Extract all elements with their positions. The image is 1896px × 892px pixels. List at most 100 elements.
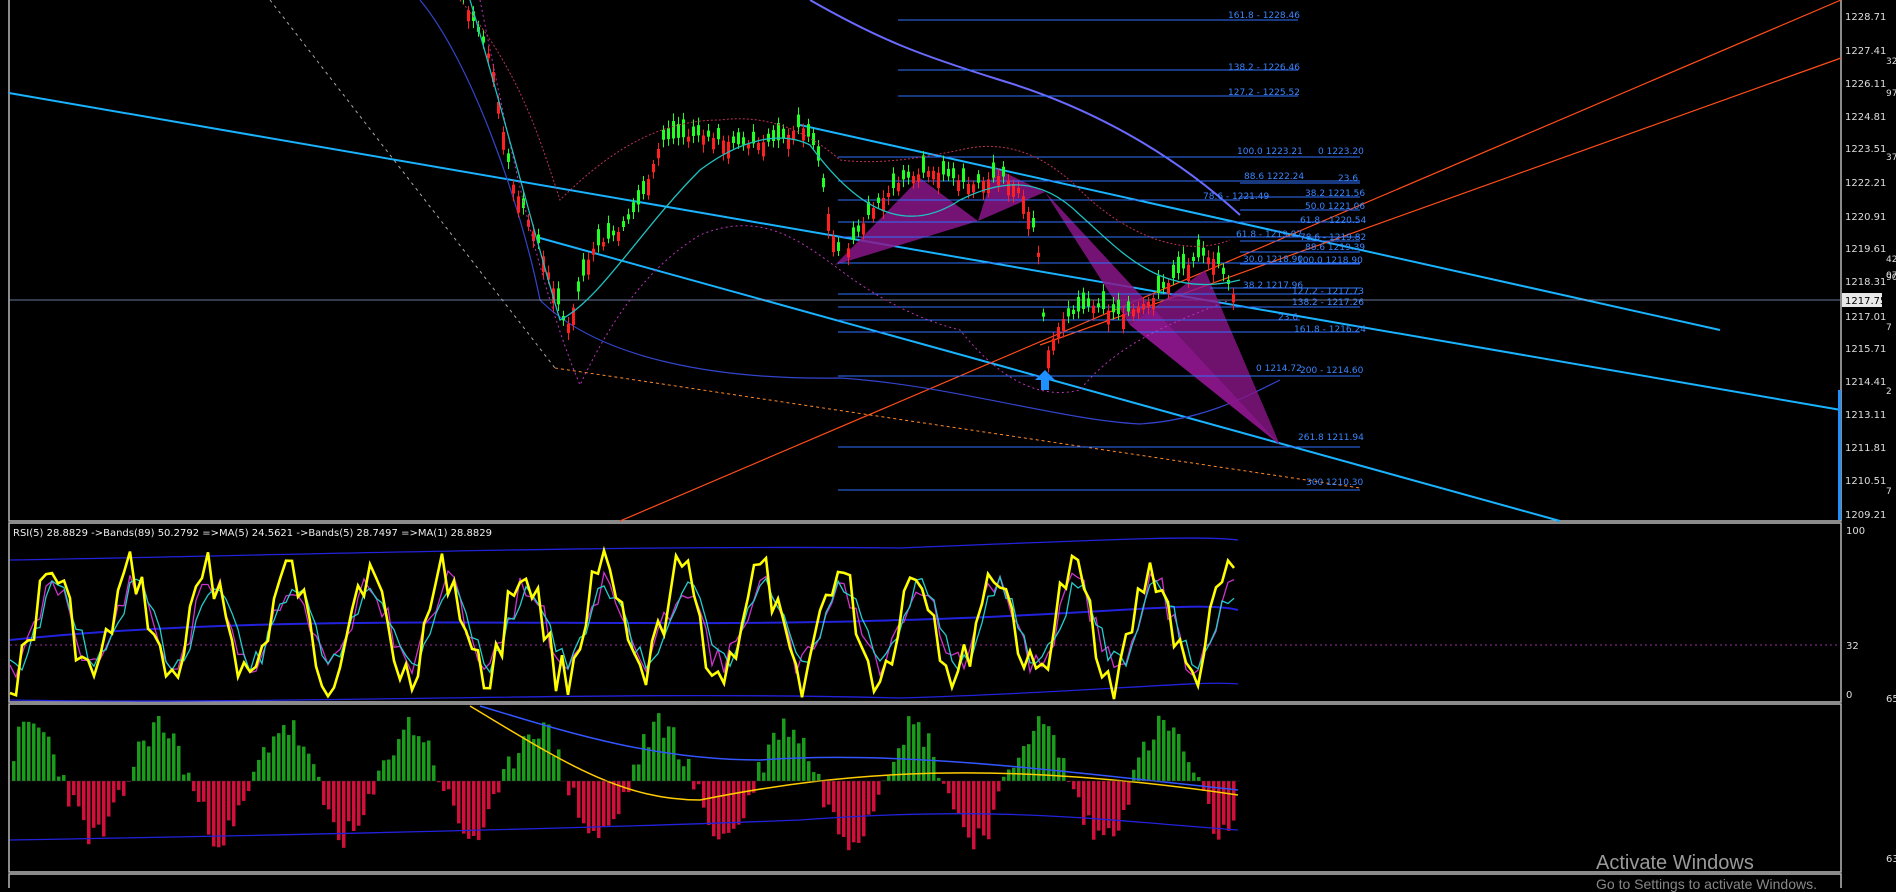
macd-histogram-bar: [1027, 744, 1031, 781]
candle-body: [832, 236, 835, 252]
candle-body: [967, 184, 970, 194]
candle-body: [1087, 298, 1090, 306]
macd-histogram-bar: [237, 781, 241, 805]
macd-histogram-bar: [32, 724, 36, 781]
macd-histogram-bar: [772, 733, 776, 781]
candle-body: [797, 115, 800, 128]
macd-histogram-bar: [322, 781, 326, 805]
macd-histogram-bar: [977, 781, 981, 828]
rsi-scale-100: 100: [1846, 526, 1865, 537]
macd-histogram-bar: [1052, 735, 1056, 781]
macd-histogram-bar: [247, 781, 251, 791]
macd-histogram[interactable]: [10, 706, 1238, 850]
rsi-plot[interactable]: [10, 538, 1238, 701]
harmonic-pattern-d[interactable]: [1130, 270, 1280, 445]
macd-histogram-bar: [877, 781, 881, 795]
macd-histogram-bar: [522, 736, 526, 781]
rsi-header: RSI(5) 28.8829 ->Bands(89) 50.2792 =>MA(…: [13, 528, 492, 539]
candle-body: [657, 149, 660, 158]
macd-histogram-bar: [292, 720, 296, 781]
macd-histogram-bar: [1177, 734, 1181, 781]
rsi-line[interactable]: [10, 551, 1234, 700]
macd-histogram-bar: [1007, 770, 1011, 781]
candle-body: [597, 229, 600, 245]
candle-body: [772, 130, 775, 141]
macd-histogram-bar: [542, 722, 546, 781]
macd-histogram-bar: [217, 781, 221, 847]
candle-body: [1042, 313, 1045, 317]
macd-histogram-bar: [167, 738, 171, 781]
fib-level-label: 88.6 1219.39: [1305, 243, 1365, 253]
candle-body: [1097, 303, 1100, 307]
candle-body: [682, 119, 685, 137]
macd-histogram-bar: [872, 781, 876, 811]
candle-body: [907, 172, 910, 178]
macd-histogram-bar: [402, 730, 406, 781]
price-axis-secondary-label: 42: [1886, 255, 1896, 265]
channel-line-orange-2[interactable]: [1040, 58, 1841, 345]
candle-body: [672, 121, 675, 139]
candle-body: [627, 214, 630, 219]
macd-histogram-bar: [1127, 781, 1131, 805]
rsi-scale-0: 0: [1846, 690, 1852, 701]
candle-body: [582, 259, 585, 275]
macd-histogram-bar: [392, 755, 396, 781]
price-axis[interactable]: 1228.711227.411226.111224.811223.511222.…: [1845, 12, 1896, 521]
macd-histogram-bar: [367, 781, 371, 794]
macd-histogram-bar: [337, 781, 341, 840]
fib-level-label: 78.6 - 1221.49: [1203, 192, 1269, 202]
main-price-plot[interactable]: 161.8 - 1228.46138.2 - 1226.46127.2 - 12…: [9, 0, 1841, 521]
macd-histogram-bar: [307, 754, 311, 781]
macd-histogram-bar: [807, 761, 811, 781]
macd-histogram-bar: [1232, 781, 1236, 821]
candle-body: [577, 281, 580, 291]
macd-histogram-bar: [887, 776, 891, 781]
candle-body: [707, 131, 710, 137]
macd-histogram-bar: [487, 781, 491, 809]
macd-histogram-bar: [192, 781, 196, 791]
candle-body: [1072, 310, 1075, 314]
fib-level-label: 161.8 - 1216.24: [1294, 325, 1366, 335]
candle-body: [1152, 298, 1155, 309]
fib-level-label: 23.6: [1278, 313, 1298, 323]
macd-histogram-bar: [587, 781, 591, 833]
candle-body: [972, 184, 975, 192]
price-axis-label: 1222.21: [1845, 178, 1886, 189]
macd-band-lower: [10, 814, 1238, 840]
macd-histogram-bar: [267, 753, 271, 781]
fib-level-label: 61.8 - 1219.97: [1236, 230, 1302, 240]
macd-histogram-bar: [272, 736, 276, 781]
dashed-grey-line[interactable]: [270, 0, 555, 368]
macd-histogram-bar: [117, 781, 121, 790]
channel-line-orange-1[interactable]: [620, 0, 1841, 521]
buy-arrow-icon[interactable]: [1035, 370, 1055, 390]
macd-histogram-bar: [312, 764, 316, 781]
macd-histogram-bar: [142, 741, 146, 781]
candle-body: [1022, 196, 1025, 214]
candle-body: [737, 132, 740, 144]
candle-body: [1057, 327, 1060, 338]
candle-body: [1217, 253, 1220, 264]
macd-histogram-bar: [697, 781, 701, 784]
price-axis-label: 1214.41: [1845, 377, 1886, 388]
trendline-cyan-upper[interactable]: [9, 93, 1841, 410]
macd-histogram-bar: [827, 781, 831, 805]
macd-histogram-bar: [832, 781, 836, 812]
macd-histogram-bar: [777, 740, 781, 781]
macd-histogram-bar: [107, 781, 111, 817]
macd-histogram-bar: [1097, 781, 1101, 831]
fib-level-label: 78.6 - 1219.82: [1300, 233, 1366, 243]
price-axis-label: 1215.71: [1845, 344, 1886, 355]
price-axis-secondary-label: 32: [1886, 57, 1896, 67]
trading-chart[interactable]: 161.8 - 1228.46138.2 - 1226.46127.2 - 12…: [0, 0, 1896, 888]
candle-body: [1007, 180, 1010, 195]
price-axis-secondary-label: 2: [1886, 387, 1892, 397]
fib-level-label: 161.8 - 1228.46: [1228, 11, 1300, 21]
macd-histogram-bar: [262, 747, 266, 781]
macd-histogram-bar: [227, 781, 231, 820]
candle-body: [662, 130, 665, 140]
macd-histogram-bar: [442, 781, 446, 791]
candle-body: [692, 127, 695, 136]
macd-histogram-bar: [1017, 758, 1021, 781]
candle-body: [632, 202, 635, 212]
